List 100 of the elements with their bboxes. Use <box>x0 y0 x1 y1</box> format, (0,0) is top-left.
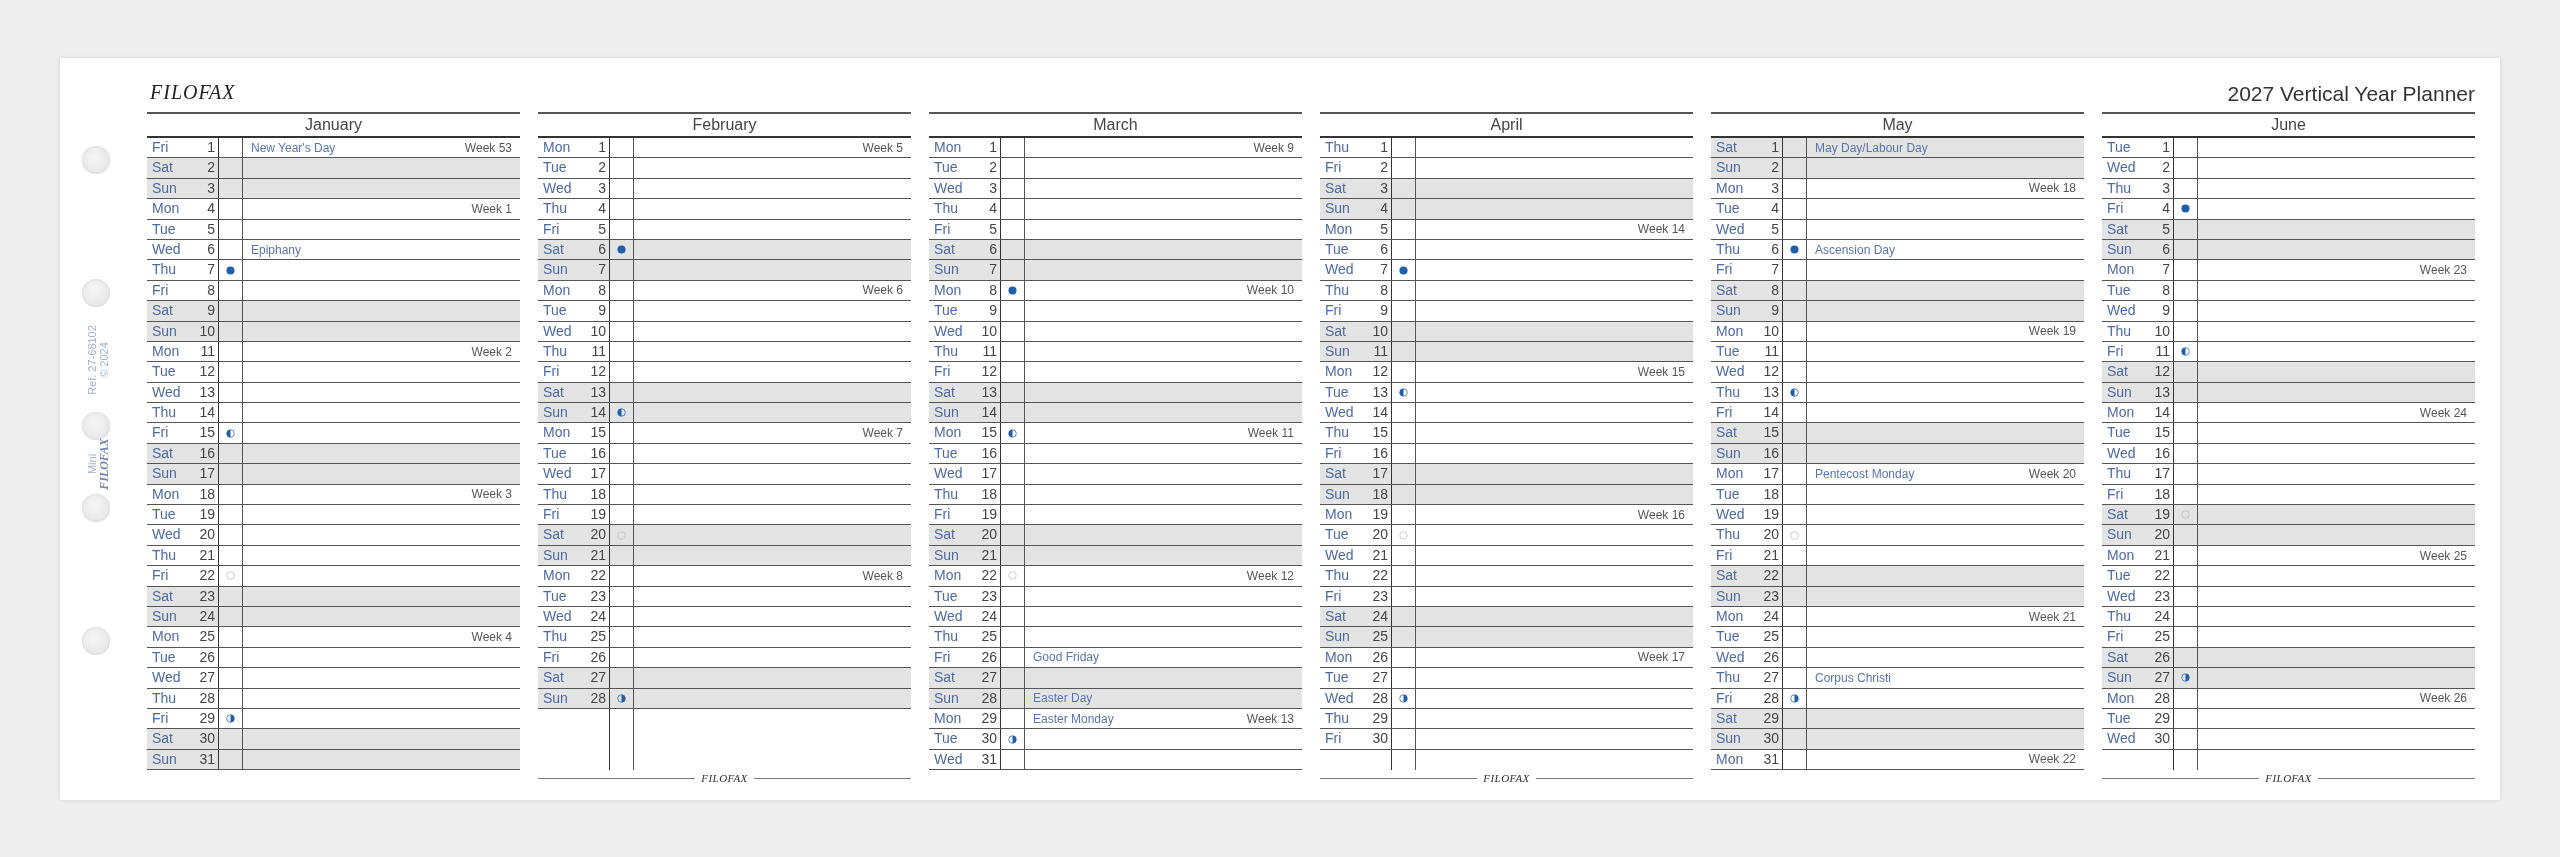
weekday-label: Sun <box>2106 239 2133 259</box>
weekday-label: Thu <box>2106 464 2133 484</box>
date-number: 22 <box>1759 566 1783 586</box>
weekday-label: Sat <box>1715 708 1738 728</box>
month-heading: June <box>2102 112 2475 138</box>
holiday-label: New Year's Day <box>251 140 336 155</box>
weekday-label: Sat <box>1715 423 1738 443</box>
week-number: Week 14 <box>1637 222 1685 237</box>
date-number: 30 <box>1368 729 1392 749</box>
weekday-label: Mon <box>1715 321 1745 341</box>
date-number: 28 <box>586 688 610 708</box>
weekday-label: Wed <box>2106 301 2137 321</box>
brand-logo: FILOFAX <box>97 438 110 490</box>
weekday-label: Tue <box>542 301 568 321</box>
date-number: 15 <box>977 423 1001 443</box>
weekday-label: Fri <box>933 219 952 239</box>
weekday-label: Wed <box>151 525 182 545</box>
date-number: 22 <box>1368 566 1392 586</box>
weekday-label: Thu <box>1324 566 1351 586</box>
month-heading: January <box>147 112 520 138</box>
weekday-label: Wed <box>1324 545 1355 565</box>
weekday-label: Sun <box>1324 627 1351 647</box>
date-number: 22 <box>195 566 219 586</box>
date-number: 17 <box>1759 464 1783 484</box>
date-number: 24 <box>1368 607 1392 627</box>
weekday-label: Sat <box>933 239 956 259</box>
weekday-label: Thu <box>933 199 960 219</box>
weekday-label: Sun <box>151 178 178 198</box>
weekday-label: Sun <box>2106 382 2133 402</box>
date-number: 11 <box>586 341 610 362</box>
weekday-label: Wed <box>1715 647 1746 667</box>
weekday-label: Fri <box>1324 586 1343 606</box>
date-number: 23 <box>2150 586 2174 606</box>
date-number: 4 <box>1368 199 1392 219</box>
date-number: 7 <box>195 260 219 280</box>
date-number: 16 <box>1368 443 1392 464</box>
date-number: 25 <box>586 627 610 647</box>
date-number: 6 <box>1759 239 1783 260</box>
date-number: 17 <box>195 464 219 484</box>
date-number: 31 <box>977 749 1001 770</box>
weekday-label: Wed <box>1324 260 1355 280</box>
weekday-label: Wed <box>1715 362 1746 382</box>
edition-label: Mini <box>85 453 98 475</box>
holiday-label: Good Friday <box>1033 650 1100 665</box>
date-number: 2 <box>586 158 610 178</box>
weekday-label: Wed <box>542 607 573 626</box>
weekday-label: Tue <box>2106 566 2132 586</box>
weekday-label: Tue <box>933 158 959 178</box>
date-number: 9 <box>1759 301 1783 321</box>
weekday-label: Sat <box>151 158 174 178</box>
weekday-label: Sun <box>1324 341 1351 361</box>
date-number: 4 <box>1759 199 1783 219</box>
weekday-label: Mon <box>542 138 572 157</box>
date-number: 31 <box>1759 749 1783 770</box>
weekday-label: Tue <box>933 729 959 749</box>
date-number: 24 <box>1759 607 1783 627</box>
date-number: 23 <box>1368 586 1392 606</box>
weekday-label: Tue <box>151 362 177 382</box>
weekday-label: Wed <box>542 464 573 484</box>
weekday-label: Tue <box>1324 382 1350 402</box>
date-number: 20 <box>586 525 610 545</box>
date-number: 4 <box>195 199 219 219</box>
week-number: Week 10 <box>1246 283 1294 298</box>
weekday-label: Tue <box>2106 280 2132 300</box>
week-number: Week 8 <box>862 568 903 583</box>
date-number: 15 <box>195 423 219 443</box>
holiday-label: Ascension Day <box>1815 242 1896 257</box>
weekday-label: Sat <box>1715 566 1738 586</box>
date-number: 1 <box>195 138 219 158</box>
weekday-label: Thu <box>542 627 569 647</box>
weekday-label: Tue <box>2106 708 2132 728</box>
date-number: 11 <box>977 341 1001 362</box>
weekday-label: Sat <box>2106 219 2129 239</box>
weekday-label: Wed <box>542 321 573 341</box>
weekday-label: Fri <box>1715 260 1734 280</box>
date-number: 27 <box>2150 668 2174 688</box>
weekday-label: Tue <box>2106 423 2132 443</box>
date-number: 15 <box>1759 423 1783 443</box>
week-number: Week 19 <box>2028 324 2076 339</box>
date-number: 1 <box>1759 138 1783 158</box>
date-number: 21 <box>2150 545 2174 566</box>
weekday-label: Fri <box>1324 443 1343 463</box>
date-number: 3 <box>586 178 610 199</box>
date-number: 10 <box>586 321 610 341</box>
weekday-label: Tue <box>1715 199 1741 219</box>
weekday-label: Sun <box>2106 668 2133 688</box>
weekday-label: Sun <box>1324 484 1351 504</box>
weekday-label: Sun <box>1715 301 1742 321</box>
date-number: 17 <box>2150 464 2174 484</box>
date-number: 23 <box>1759 586 1783 606</box>
week-number: Week 26 <box>2419 691 2467 706</box>
week-number: Week 13 <box>1246 711 1294 726</box>
date-number: 5 <box>586 219 610 239</box>
weekday-label: Wed <box>2106 158 2137 178</box>
date-number: 19 <box>977 505 1001 525</box>
date-number: 8 <box>977 280 1001 301</box>
weekday-label: Wed <box>1715 505 1746 525</box>
weekday-label: Sat <box>542 382 565 402</box>
date-number: 8 <box>1368 280 1392 301</box>
date-number: 10 <box>195 321 219 341</box>
